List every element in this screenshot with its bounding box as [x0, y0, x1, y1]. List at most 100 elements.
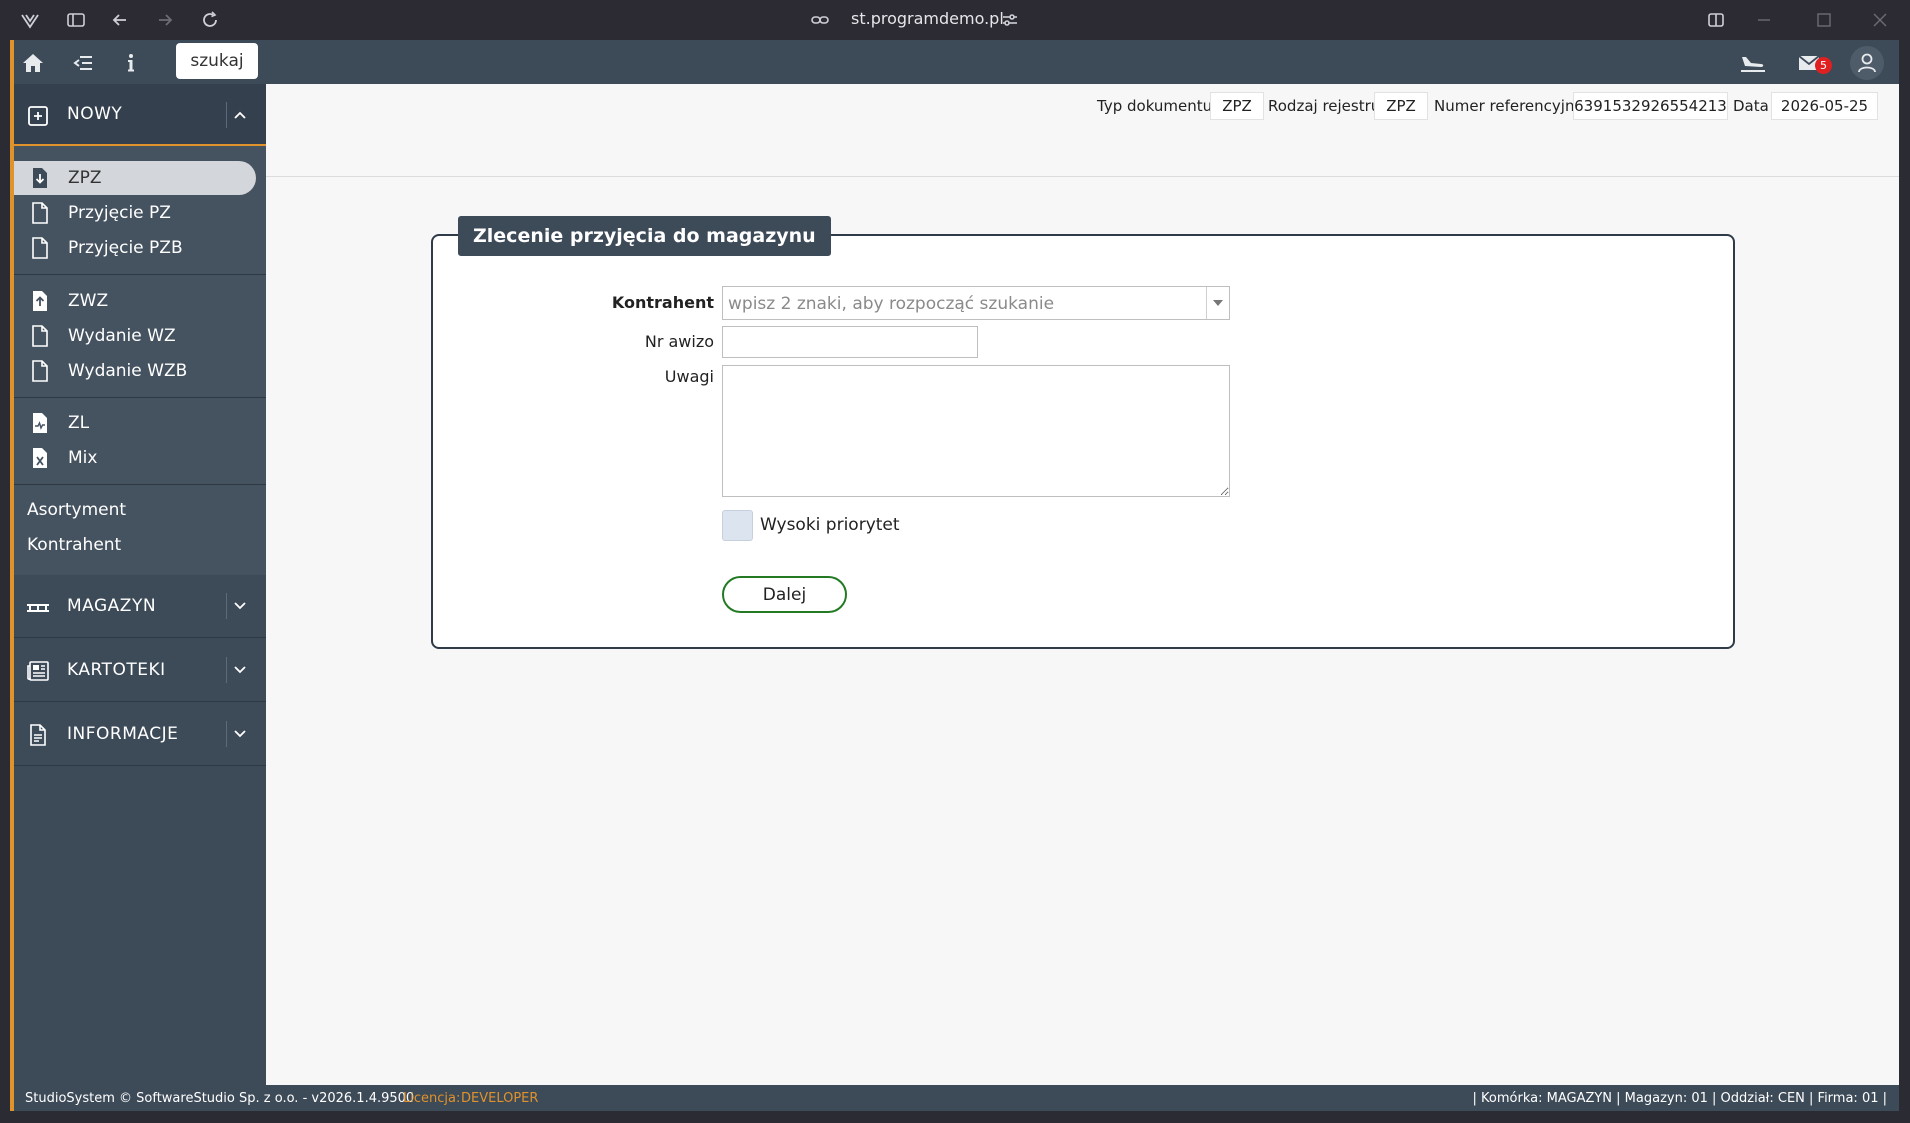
uwagi-label: Uwagi: [664, 367, 714, 386]
sidebar-item-zpz[interactable]: ZPZ: [14, 161, 256, 195]
sidebar-toggle-icon[interactable]: [64, 8, 88, 32]
status-bar: StudioSystem © SoftwareStudio Sp. z o.o.…: [14, 1085, 1899, 1111]
document-header: Typ dokumentu ZPZ Rodzaj rejestru ZPZ Nu…: [266, 84, 1899, 177]
menu-divider: [14, 397, 266, 398]
doc-type-label: Typ dokumentu: [1097, 97, 1213, 115]
section-magazyn-label: MAGAZYN: [67, 596, 157, 616]
combo-dropdown-icon[interactable]: [1206, 287, 1229, 319]
kontrahent-label: Kontrahent: [611, 293, 714, 312]
home-icon[interactable]: [20, 50, 46, 76]
split-view-icon[interactable]: [1704, 8, 1728, 32]
menu-divider: [14, 274, 266, 275]
section-kartoteki-label: KARTOTEKI: [67, 660, 166, 680]
document-icon: [32, 202, 48, 224]
document-icon: [32, 325, 48, 347]
chevron-down-icon[interactable]: [232, 662, 248, 678]
window-bottom-edge: [0, 1111, 1910, 1123]
section-nowy[interactable]: NOWY: [14, 84, 266, 146]
menu-divider: [14, 484, 266, 485]
section-magazyn[interactable]: MAGAZYN: [14, 575, 266, 637]
minimize-icon[interactable]: [1752, 8, 1776, 32]
awizo-input[interactable]: [722, 326, 978, 358]
sidebar-item-label: Asortyment: [27, 500, 127, 520]
license-value: DEVELOPER: [461, 1091, 539, 1106]
plus-square-icon: [28, 106, 48, 126]
sidebar-item-label: ZL: [68, 413, 90, 433]
sidebar-item-przyjecie-pz[interactable]: Przyjęcie PZ: [14, 196, 266, 230]
chevron-down-icon[interactable]: [232, 726, 248, 742]
menu-divider: [14, 765, 266, 766]
main-content: Typ dokumentu ZPZ Rodzaj rejestru ZPZ Nu…: [266, 84, 1899, 1085]
browser-logo-icon[interactable]: [18, 8, 42, 32]
kontrahent-combobox[interactable]: wpisz 2 znaki, aby rozpocząć szukanie: [722, 286, 1230, 320]
register-type-value: ZPZ: [1374, 92, 1428, 120]
section-informacje[interactable]: INFORMACJE: [14, 703, 266, 765]
date-value: 2026-05-25: [1771, 92, 1878, 120]
sidebar-item-label: Wydanie WZB: [68, 361, 188, 381]
sidebar-item-label: Kontrahent: [27, 535, 122, 555]
address-bar[interactable]: st.programdemo.pl: [851, 9, 1004, 28]
sidebar-item-label: ZPZ: [68, 168, 102, 188]
menu-divider: [14, 701, 266, 702]
back-icon[interactable]: [108, 8, 132, 32]
reload-icon[interactable]: [198, 8, 222, 32]
chevron-down-icon[interactable]: [232, 598, 248, 614]
sidebar-item-wydanie-wzb[interactable]: Wydanie WZB: [14, 354, 266, 388]
license-label: Licencja:: [403, 1091, 461, 1106]
collapse-menu-icon[interactable]: [70, 50, 96, 76]
reference-number-label: Numer referencyjny: [1434, 97, 1584, 115]
section-separator: [226, 657, 227, 683]
maximize-icon[interactable]: [1812, 8, 1836, 32]
priority-checkbox[interactable]: [722, 510, 753, 541]
sidebar-item-label: Przyjęcie PZB: [68, 238, 183, 258]
next-button[interactable]: Dalej: [722, 576, 847, 613]
search-button[interactable]: szukaj: [176, 43, 258, 79]
pallet-icon: [27, 604, 49, 612]
newspaper-icon: [27, 661, 49, 681]
sidebar-item-label: Przyjęcie PZ: [68, 203, 171, 223]
user-avatar-icon[interactable]: [1850, 46, 1884, 80]
sidebar-item-zwz[interactable]: ZWZ: [14, 284, 266, 318]
sidebar-item-mix[interactable]: Mix: [14, 441, 266, 475]
sidebar-item-asortyment[interactable]: Asortyment: [14, 493, 266, 527]
browser-toolbar: st.programdemo.pl: [0, 0, 1910, 40]
sidebar-item-label: Wydanie WZ: [68, 326, 176, 346]
uwagi-textarea[interactable]: [722, 365, 1230, 497]
app-top-bar: szukaj: [14, 40, 1899, 84]
document-excel-icon: [33, 448, 47, 468]
chevron-up-icon[interactable]: [232, 107, 248, 123]
section-separator: [226, 721, 227, 747]
sidebar-item-label: ZWZ: [68, 291, 109, 311]
sidebar-item-label: Mix: [68, 448, 98, 468]
document-chart-icon: [33, 413, 47, 433]
sidebar-item-kontrahent[interactable]: Kontrahent: [14, 528, 266, 562]
doc-type-value: ZPZ: [1210, 92, 1264, 120]
document-text-icon: [30, 724, 46, 746]
context-info: | Komórka: MAGAZYN | Magazyn: 01 | Oddzi…: [1472, 1091, 1887, 1106]
section-nowy-label: NOWY: [67, 104, 123, 124]
section-separator: [226, 102, 227, 128]
reference-number-value: 6391532926554213: [1573, 92, 1728, 120]
section-kartoteki[interactable]: KARTOTEKI: [14, 639, 266, 701]
sidebar: NOWY ZPZ Przyjęcie PZ Przyjęcie PZB ZWZ …: [14, 84, 266, 1085]
sidebar-item-zl[interactable]: ZL: [14, 406, 266, 440]
close-icon[interactable]: [1868, 8, 1892, 32]
date-label: Data: [1733, 97, 1769, 115]
link-icon: [808, 8, 832, 32]
awizo-label: Nr awizo: [644, 332, 714, 351]
forward-icon[interactable]: [153, 8, 177, 32]
document-import-icon: [33, 168, 47, 188]
document-export-icon: [33, 291, 47, 311]
site-settings-icon[interactable]: [998, 8, 1022, 32]
sidebar-item-wydanie-wz[interactable]: Wydanie WZ: [14, 319, 266, 353]
info-icon[interactable]: [118, 50, 144, 76]
plane-landing-icon[interactable]: [1737, 50, 1769, 76]
document-icon: [32, 360, 48, 382]
sidebar-item-przyjecie-pzb[interactable]: Przyjęcie PZB: [14, 231, 266, 265]
document-icon: [32, 237, 48, 259]
form-title: Zlecenie przyjęcia do magazynu: [458, 216, 831, 256]
menu-divider: [14, 637, 266, 638]
mail-count-badge: 5: [1815, 57, 1832, 74]
priority-label[interactable]: Wysoki priorytet: [760, 515, 900, 535]
copyright-text: StudioSystem © SoftwareStudio Sp. z o.o.…: [25, 1091, 415, 1106]
